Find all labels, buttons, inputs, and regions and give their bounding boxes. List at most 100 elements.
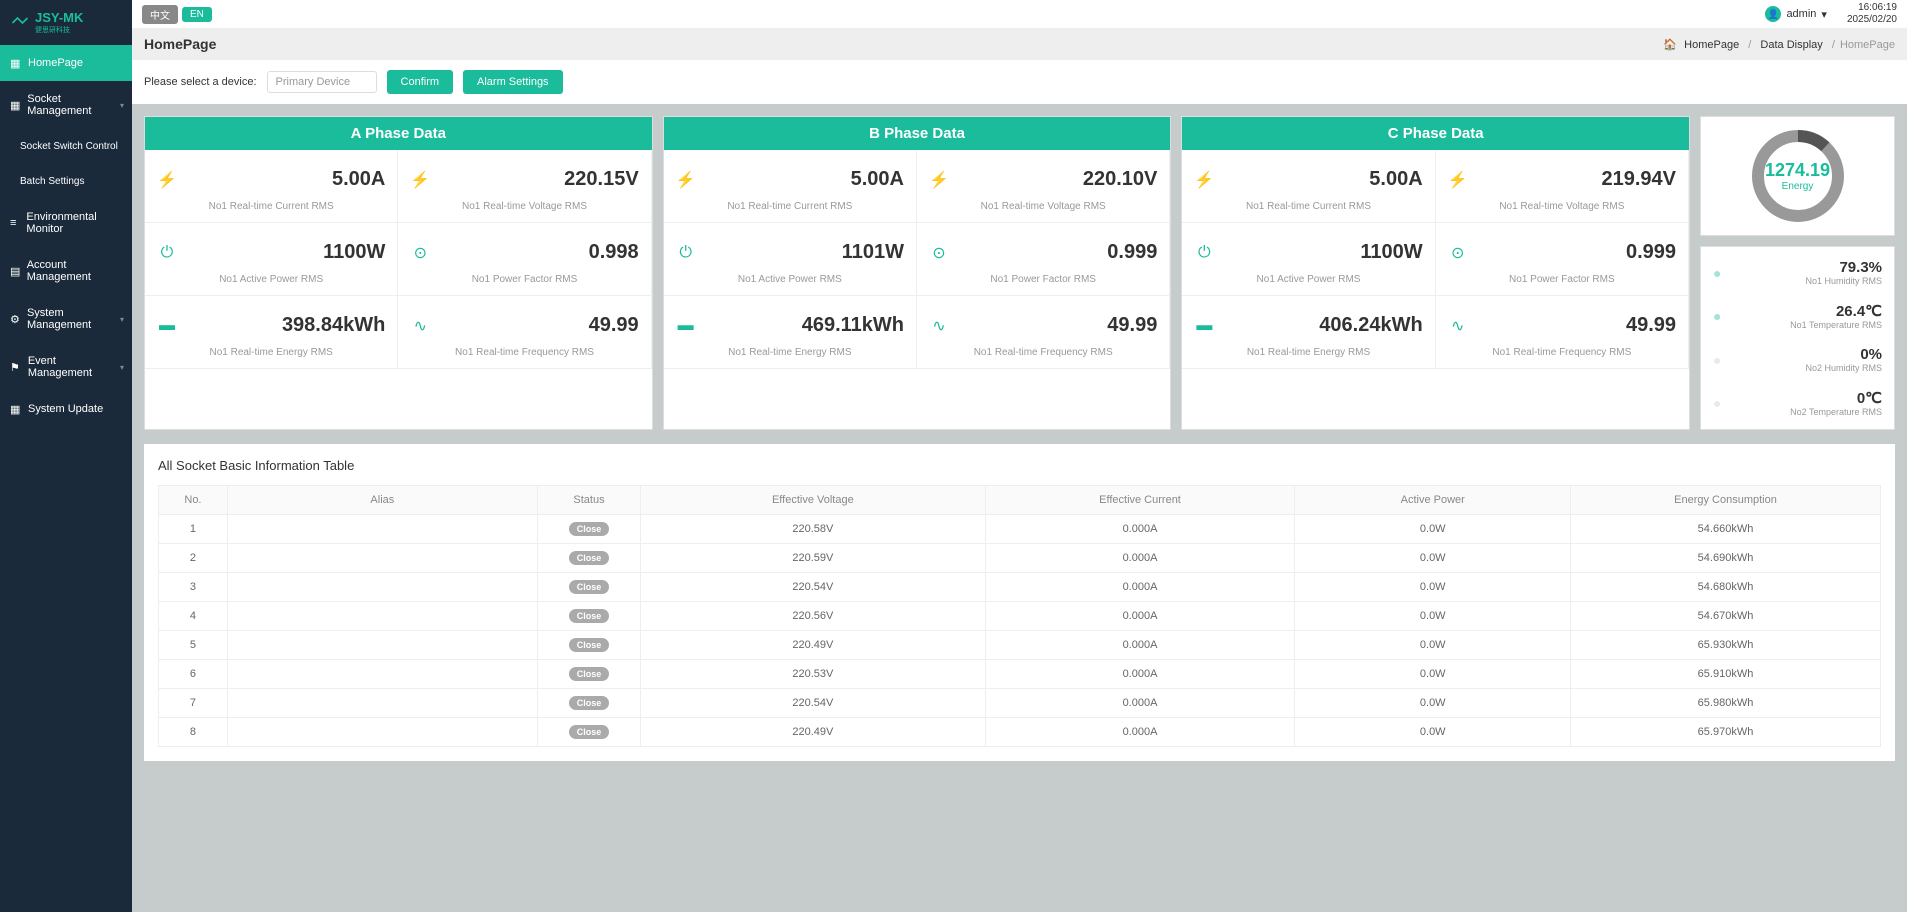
cell-status: Close [537,718,640,747]
cell-current: 0.000A [985,544,1295,573]
table-row: 1 Close 220.58V 0.000A 0.0W 54.660kWh [159,515,1881,544]
metric-cell: ▬398.84kWhNo1 Real-time Energy RMS [145,296,398,369]
metric-label: No1 Real-time Voltage RMS [410,201,638,212]
cell-alias [227,573,537,602]
nav-account[interactable]: ▤Account Management [0,247,132,295]
filter-label: Please select a device: [144,76,257,88]
confirm-button[interactable]: Confirm [387,70,454,94]
gauge-icon: ⊙ [410,243,430,263]
metric-cell: ⊙0.999No1 Power Factor RMS [917,223,1170,296]
nav: ▦HomePage ▦Socket Management▾ Socket Swi… [0,45,132,427]
metric-value: 219.94V [1602,168,1677,191]
cell-status: Close [537,602,640,631]
metric-label: No1 Real-time Current RMS [676,201,904,212]
nav-env[interactable]: ≡Environmental Monitor [0,199,132,247]
cell-voltage: 220.49V [641,631,985,660]
logo-icon [10,13,30,33]
metric-cell: ∿49.99No1 Real-time Frequency RMS [398,296,651,369]
drop-icon: ● [1713,265,1733,281]
list-icon: ≡ [10,217,20,229]
nav-update[interactable]: ▦System Update [0,391,132,427]
table-header: Status [537,486,640,515]
home-icon: 🏠 [1663,39,1677,51]
sidebar: JSY-MK 健思研科技 ▦HomePage ▦Socket Managemen… [0,0,132,912]
cell-power: 0.0W [1295,689,1571,718]
side-panel: 1274.19 Energy ● 79.3% No1 Humidity RMS … [1700,116,1895,430]
phase-row: A Phase Data ⚡5.00ANo1 Real-time Current … [144,116,1895,430]
nav-system-label: System Management [27,307,122,331]
nav-socket-switch-label: Socket Switch Control [20,141,118,152]
table-row: 4 Close 220.56V 0.000A 0.0W 54.670kWh [159,602,1881,631]
cell-power: 0.0W [1295,660,1571,689]
cell-energy: 65.910kWh [1571,660,1881,689]
metric-label: No1 Real-time Voltage RMS [929,201,1157,212]
metric-cell: ⏻1100WNo1 Active Power RMS [1182,223,1435,296]
dashboard: A Phase Data ⚡5.00ANo1 Real-time Current … [132,104,1907,773]
user-name: admin [1786,8,1816,20]
table-title: All Socket Basic Information Table [158,458,1881,473]
cell-energy: 54.660kWh [1571,515,1881,544]
energy-gauge-card: 1274.19 Energy [1700,116,1895,236]
crumb-home[interactable]: HomePage [1684,39,1739,51]
metric-label: No1 Real-time Voltage RMS [1448,201,1676,212]
bolt-icon: ⚡ [1448,170,1468,190]
crumb-current: HomePage [1840,39,1895,51]
cell-voltage: 220.54V [641,689,985,718]
metric-cell: ⚡5.00ANo1 Real-time Current RMS [664,150,917,223]
metric-cell: ⏻1100WNo1 Active Power RMS [145,223,398,296]
device-select-value: Primary Device [276,76,351,88]
metric-value: 0.999 [1107,241,1157,264]
cell-energy: 65.970kWh [1571,718,1881,747]
nav-system[interactable]: ⚙System Management▾ [0,295,132,343]
metric-label: No1 Power Factor RMS [1448,274,1676,285]
cell-current: 0.000A [985,660,1295,689]
metric-label: No1 Real-time Current RMS [157,201,385,212]
phase-header: A Phase Data [145,117,652,150]
metric-value: 0.998 [589,241,639,264]
metric-cell: ⊙0.999No1 Power Factor RMS [1436,223,1689,296]
cell-energy: 65.980kWh [1571,689,1881,718]
nav-socket-switch[interactable]: Socket Switch Control [0,129,132,164]
cell-alias [227,660,537,689]
nav-socket-mgmt[interactable]: ▦Socket Management▾ [0,81,132,129]
energy-label: Energy [1765,181,1830,192]
logo-sub: 健思研科技 [35,25,83,35]
phase-header: C Phase Data [1182,117,1689,150]
crumb-datadisplay[interactable]: Data Display [1760,39,1822,51]
chevron-down-icon: ▾ [1821,8,1827,21]
cell-current: 0.000A [985,515,1295,544]
cell-energy: 65.930kWh [1571,631,1881,660]
env-row: ● 26.4℃ No1 Temperature RMS [1701,294,1894,338]
alarm-settings-button[interactable]: Alarm Settings [463,70,563,94]
cell-status: Close [537,631,640,660]
time: 16:06:19 [1847,2,1897,14]
table-row: 3 Close 220.54V 0.000A 0.0W 54.680kWh [159,573,1881,602]
cell-no: 4 [159,602,228,631]
nav-batch[interactable]: Batch Settings [0,164,132,199]
metric-label: No1 Active Power RMS [1194,274,1422,285]
metric-cell: ▬469.11kWhNo1 Real-time Energy RMS [664,296,917,369]
nav-home[interactable]: ▦HomePage [0,45,132,81]
metric-cell: ⊙0.998No1 Power Factor RMS [398,223,651,296]
battery-icon: ▬ [676,317,696,335]
main: 中文 EN 👤 admin ▾ 16:06:19 2025/02/20 Home… [132,0,1907,912]
nav-home-label: HomePage [28,57,83,69]
status-badge: Close [569,580,610,594]
metric-value: 49.99 [1626,314,1676,337]
cell-voltage: 220.58V [641,515,985,544]
cell-current: 0.000A [985,718,1295,747]
metric-cell: ∿49.99No1 Real-time Frequency RMS [917,296,1170,369]
env-row: ● 79.3% No1 Humidity RMS [1701,251,1894,294]
user-menu[interactable]: 👤 admin ▾ [1765,6,1827,22]
phase-card: B Phase Data⚡5.00ANo1 Real-time Current … [663,116,1172,430]
lang-zh-button[interactable]: 中文 [142,5,178,24]
lang-en-button[interactable]: EN [182,7,212,22]
power-icon: ⏻ [1194,244,1214,262]
cell-status: Close [537,689,640,718]
device-select[interactable]: Primary Device [267,71,377,93]
nav-event[interactable]: ⚑Event Management▾ [0,343,132,391]
metric-label: No1 Real-time Energy RMS [676,347,904,358]
user-icon: 👤 [1765,6,1781,22]
cell-power: 0.0W [1295,573,1571,602]
table-row: 6 Close 220.53V 0.000A 0.0W 65.910kWh [159,660,1881,689]
